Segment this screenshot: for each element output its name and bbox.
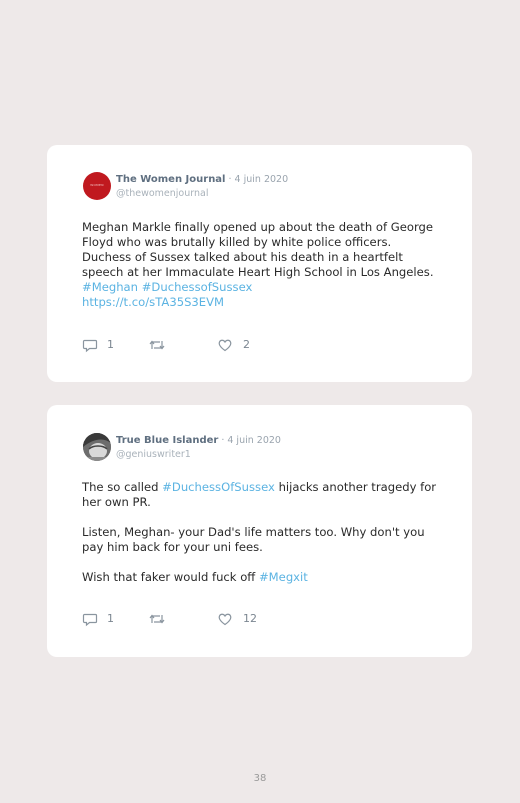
tweet-card: True Blue Islander · 4 juin 2020 @genius… — [47, 405, 472, 657]
tweet-text: The so called #DuchessOfSussex hijacks a… — [82, 480, 444, 585]
tweet-text-content: Wish that faker would fuck off — [82, 570, 259, 584]
tweet-paragraph: Listen, Meghan- your Dad's life matters … — [82, 525, 425, 554]
tweet-text: Meghan Markle finally opened up about th… — [82, 220, 444, 310]
like-count: 12 — [243, 612, 257, 625]
author-handle[interactable]: @thewomenjournal — [116, 188, 209, 199]
tweet-date[interactable]: · 4 juin 2020 — [226, 174, 289, 185]
avatar-logo-text: WOMEN — [90, 183, 104, 187]
retweet-icon[interactable] — [148, 337, 166, 353]
reply-icon[interactable] — [82, 611, 98, 627]
tweet-actions: 1 2 — [82, 337, 282, 353]
author-name[interactable]: True Blue Islander — [116, 435, 218, 446]
reply-count: 1 — [107, 338, 114, 351]
author-name[interactable]: The Women Journal — [116, 174, 226, 185]
tweet-card: WOMEN The Women Journal · 4 juin 2020 @t… — [47, 145, 472, 382]
author-line: The Women Journal · 4 juin 2020 — [116, 174, 288, 185]
author-line: True Blue Islander · 4 juin 2020 — [116, 435, 281, 446]
tweet-actions: 1 12 — [82, 611, 282, 627]
avatar[interactable]: WOMEN — [83, 172, 111, 200]
tweet-text-content: Meghan Markle finally opened up about th… — [82, 220, 434, 279]
tweet-paragraph: Wish that faker would fuck off #Megxit — [82, 570, 444, 585]
hashtag-link[interactable]: #DuchessOfSussex — [162, 480, 275, 494]
avatar[interactable] — [83, 433, 111, 461]
tweet-paragraph: The so called #DuchessOfSussex hijacks a… — [82, 480, 444, 510]
url-link[interactable]: https://t.co/sTA35S3EVM — [82, 295, 224, 309]
reply-count: 1 — [107, 612, 114, 625]
like-icon[interactable] — [217, 337, 233, 353]
avatar-photo — [83, 433, 111, 461]
hashtag-link[interactable]: #Megxit — [259, 570, 308, 584]
page-number: 38 — [253, 773, 267, 784]
author-handle[interactable]: @geniuswriter1 — [116, 449, 191, 460]
tweet-date[interactable]: · 4 juin 2020 — [218, 435, 281, 446]
tweet-text-content: The so called — [82, 480, 163, 494]
retweet-icon[interactable] — [148, 611, 166, 627]
like-icon[interactable] — [217, 611, 233, 627]
hashtag-link[interactable]: #DuchessofSussex — [142, 280, 253, 294]
hashtag-link[interactable]: #Meghan — [82, 280, 138, 294]
reply-icon[interactable] — [82, 337, 98, 353]
like-count: 2 — [243, 338, 250, 351]
